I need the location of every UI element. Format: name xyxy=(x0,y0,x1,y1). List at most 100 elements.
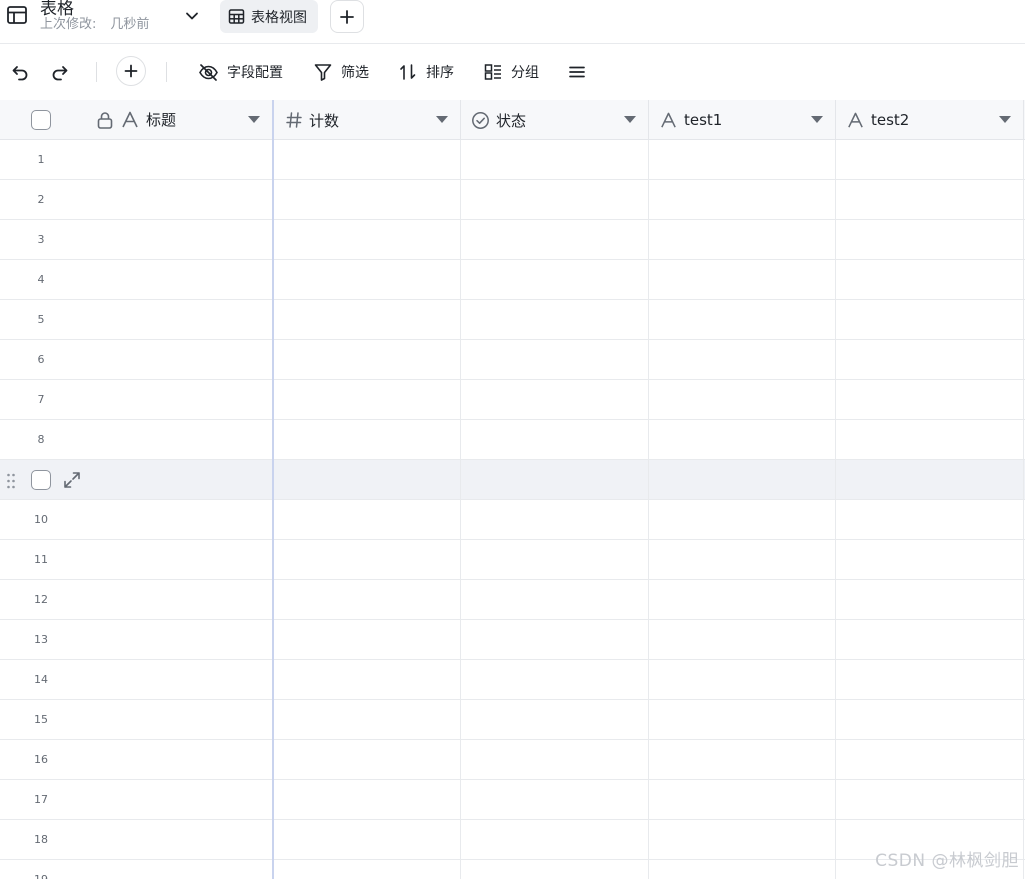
table-row[interactable]: 14 xyxy=(0,660,1025,700)
group-button[interactable]: 分组 xyxy=(483,58,539,86)
table-cell[interactable] xyxy=(461,340,649,380)
table-row[interactable]: 6 xyxy=(0,340,1025,380)
table-cell[interactable] xyxy=(836,300,1024,340)
table-cell[interactable] xyxy=(649,820,836,860)
table-cell[interactable] xyxy=(836,140,1024,180)
table-cell[interactable] xyxy=(461,260,649,300)
table-cell[interactable] xyxy=(649,620,836,660)
table-cell[interactable] xyxy=(461,580,649,620)
table-cell[interactable] xyxy=(274,460,461,500)
table-cell[interactable] xyxy=(461,180,649,220)
table-cell[interactable] xyxy=(649,540,836,580)
table-cell[interactable] xyxy=(836,700,1024,740)
undo-button[interactable] xyxy=(10,58,30,86)
table-cell[interactable] xyxy=(836,740,1024,780)
table-row[interactable]: 7 xyxy=(0,380,1025,420)
table-cell[interactable] xyxy=(461,820,649,860)
row-checkbox[interactable] xyxy=(31,470,51,490)
table-row[interactable] xyxy=(0,460,1025,500)
table-cell[interactable] xyxy=(461,460,649,500)
table-row[interactable]: 10 xyxy=(0,500,1025,540)
table-cell[interactable] xyxy=(836,660,1024,700)
column-header-status[interactable]: 状态 xyxy=(461,100,649,140)
table-cell[interactable] xyxy=(461,500,649,540)
add-view-button[interactable] xyxy=(330,0,364,33)
table-cell[interactable] xyxy=(461,620,649,660)
table-cell[interactable] xyxy=(836,420,1024,460)
table-cell[interactable] xyxy=(836,380,1024,420)
table-cell[interactable] xyxy=(461,860,649,879)
table-cell[interactable] xyxy=(836,220,1024,260)
table-cell[interactable] xyxy=(649,380,836,420)
table-cell[interactable] xyxy=(461,780,649,820)
table-row[interactable]: 3 xyxy=(0,220,1025,260)
table-cell[interactable] xyxy=(836,580,1024,620)
table-row[interactable]: 1 xyxy=(0,140,1025,180)
table-cell[interactable] xyxy=(274,660,461,700)
table-cell[interactable] xyxy=(836,620,1024,660)
table-cell[interactable] xyxy=(274,700,461,740)
table-cell[interactable] xyxy=(836,500,1024,540)
select-all-checkbox[interactable] xyxy=(31,110,51,130)
table-cell[interactable] xyxy=(274,820,461,860)
table-row[interactable]: 8 xyxy=(0,420,1025,460)
table-cell[interactable] xyxy=(461,740,649,780)
table-row[interactable]: 4 xyxy=(0,260,1025,300)
table-cell[interactable] xyxy=(649,500,836,540)
table-cell[interactable] xyxy=(274,220,461,260)
table-cell[interactable] xyxy=(274,740,461,780)
tab-table-view[interactable]: 表格视图 xyxy=(220,0,318,33)
table-row[interactable]: 17 xyxy=(0,780,1025,820)
table-row[interactable]: 19 xyxy=(0,860,1025,879)
add-record-button[interactable] xyxy=(116,56,146,86)
table-cell[interactable] xyxy=(461,220,649,260)
column-header-test2[interactable]: test2 xyxy=(836,100,1024,140)
table-cell[interactable] xyxy=(649,660,836,700)
column-menu-caret[interactable] xyxy=(999,116,1011,123)
table-cell[interactable] xyxy=(649,260,836,300)
table-cell[interactable] xyxy=(649,780,836,820)
drag-handle-icon[interactable] xyxy=(6,471,16,491)
redo-button[interactable] xyxy=(50,58,70,86)
table-cell[interactable] xyxy=(649,220,836,260)
column-menu-caret[interactable] xyxy=(624,116,636,123)
more-menu-button[interactable] xyxy=(568,58,586,86)
table-cell[interactable] xyxy=(836,780,1024,820)
column-menu-caret[interactable] xyxy=(436,116,448,123)
table-cell[interactable] xyxy=(649,740,836,780)
table-cell[interactable] xyxy=(649,180,836,220)
table-cell[interactable] xyxy=(461,660,649,700)
sort-button[interactable]: 排序 xyxy=(398,58,454,86)
table-cell[interactable] xyxy=(649,580,836,620)
table-cell[interactable] xyxy=(461,300,649,340)
table-cell[interactable] xyxy=(274,540,461,580)
table-cell[interactable] xyxy=(461,140,649,180)
table-row[interactable]: 5 xyxy=(0,300,1025,340)
table-cell[interactable] xyxy=(274,340,461,380)
table-cell[interactable] xyxy=(274,180,461,220)
table-cell[interactable] xyxy=(836,460,1024,500)
table-row[interactable]: 12 xyxy=(0,580,1025,620)
table-cell[interactable] xyxy=(836,340,1024,380)
table-cell[interactable] xyxy=(649,700,836,740)
column-header-test1[interactable]: test1 xyxy=(649,100,836,140)
table-cell[interactable] xyxy=(649,460,836,500)
table-cell[interactable] xyxy=(836,180,1024,220)
table-cell[interactable] xyxy=(274,580,461,620)
table-cell[interactable] xyxy=(274,500,461,540)
expand-icon[interactable] xyxy=(62,470,82,490)
table-row[interactable]: 2 xyxy=(0,180,1025,220)
table-cell[interactable] xyxy=(461,700,649,740)
table-cell[interactable] xyxy=(274,780,461,820)
table-cell[interactable] xyxy=(274,860,461,879)
table-cell[interactable] xyxy=(274,620,461,660)
column-header-count[interactable]: 计数 xyxy=(274,100,461,140)
table-row[interactable]: 15 xyxy=(0,700,1025,740)
table-cell[interactable] xyxy=(274,140,461,180)
field-config-button[interactable]: 字段配置 xyxy=(198,58,283,86)
table-cell[interactable] xyxy=(649,860,836,879)
table-row[interactable]: 16 xyxy=(0,740,1025,780)
table-cell[interactable] xyxy=(461,380,649,420)
table-cell[interactable] xyxy=(274,300,461,340)
table-cell[interactable] xyxy=(274,380,461,420)
